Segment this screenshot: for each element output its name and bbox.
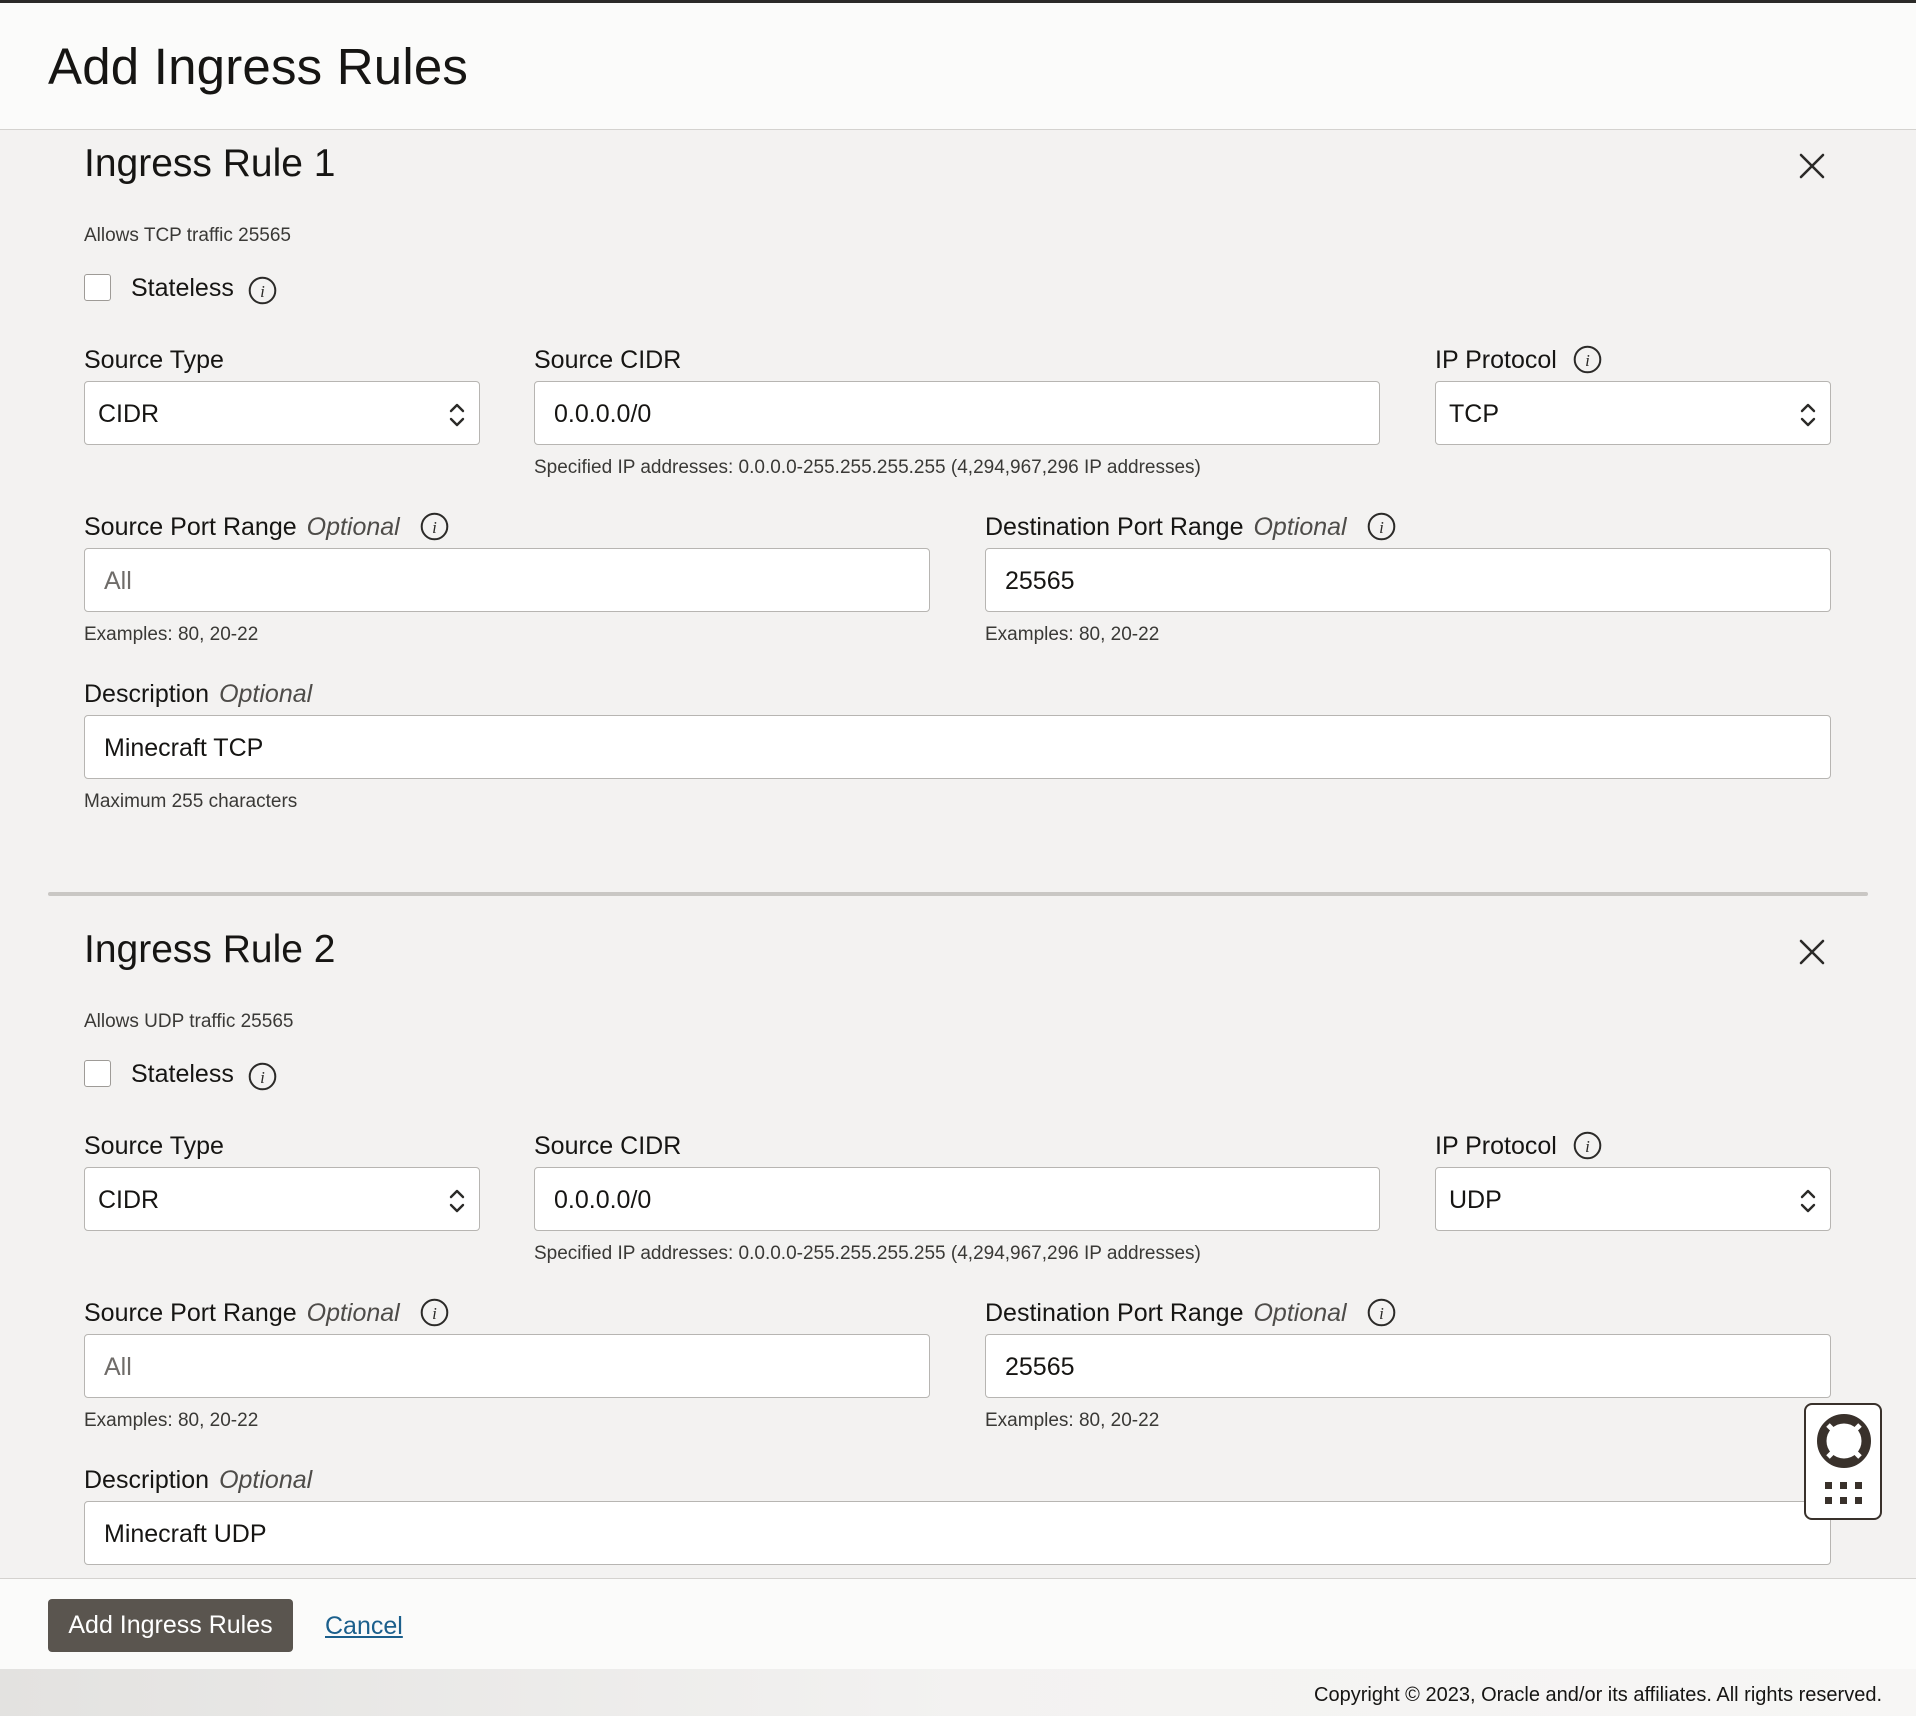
dest-port-help: Examples: 80, 20-22 (985, 624, 1160, 645)
source-port-placeholder: All (104, 1353, 132, 1381)
source-type-label: Source Type (84, 346, 224, 374)
rule-summary: Allows UDP traffic 25565 (84, 1011, 294, 1032)
dest-port-label: Destination Port Range Optional (985, 1299, 1347, 1327)
copyright-bar: Copyright © 2023, Oracle and/or its affi… (0, 1669, 1916, 1716)
source-cidr-input[interactable]: 0.0.0.0/0 (534, 381, 1380, 445)
info-icon[interactable]: i (420, 1298, 449, 1327)
info-icon[interactable]: i (1573, 345, 1602, 374)
info-icon[interactable]: i (1573, 1131, 1602, 1160)
chevron-up-down-icon (449, 403, 465, 427)
source-port-input[interactable]: All (84, 1334, 930, 1398)
rule-title: Ingress Rule 2 (84, 928, 336, 971)
optional-label: Optional (306, 1299, 400, 1327)
source-port-placeholder: All (104, 567, 132, 595)
source-cidr-value: 0.0.0.0/0 (554, 400, 652, 428)
ip-protocol-select[interactable]: UDP (1435, 1167, 1831, 1231)
source-type-select[interactable]: CIDR (84, 381, 480, 445)
description-input[interactable]: Minecraft TCP (84, 715, 1831, 779)
svg-text:i: i (1379, 1304, 1384, 1323)
optional-label: Optional (306, 513, 400, 541)
dest-port-label: Destination Port Range Optional (985, 513, 1347, 541)
source-type-value: CIDR (98, 400, 160, 428)
rule-divider (48, 892, 1868, 896)
lifebuoy-icon (1817, 1414, 1871, 1468)
stateless-checkbox[interactable] (84, 1060, 111, 1087)
cancel-link[interactable]: Cancel (325, 1612, 403, 1641)
info-icon[interactable]: i (1367, 1298, 1396, 1327)
ingress-rule-2: Ingress Rule 2 Allows UDP traffic 25565 … (0, 916, 1916, 1578)
ip-protocol-label: IP Protocol (1435, 1132, 1557, 1160)
rule-title: Ingress Rule 1 (84, 142, 336, 185)
svg-text:i: i (432, 1304, 437, 1323)
source-cidr-label: Source CIDR (534, 346, 682, 374)
copyright-text: Copyright © 2023, Oracle and/or its affi… (1314, 1684, 1882, 1706)
source-cidr-input[interactable]: 0.0.0.0/0 (534, 1167, 1380, 1231)
ip-protocol-value: UDP (1449, 1186, 1502, 1214)
ip-protocol-select[interactable]: TCP (1435, 381, 1831, 445)
optional-label: Optional (219, 680, 313, 708)
dest-port-value: 25565 (1005, 567, 1075, 595)
svg-text:i: i (1379, 518, 1384, 537)
stateless-label: Stateless (131, 274, 234, 302)
chevron-up-down-icon (1800, 1189, 1816, 1213)
dest-port-help: Examples: 80, 20-22 (985, 1410, 1160, 1431)
info-icon[interactable]: i (248, 276, 277, 305)
panel-footer: Add Ingress Rules Cancel (0, 1578, 1916, 1669)
panel-header: Add Ingress Rules (0, 3, 1916, 130)
svg-text:i: i (1585, 1137, 1590, 1156)
info-icon[interactable]: i (420, 512, 449, 541)
source-type-select[interactable]: CIDR (84, 1167, 480, 1231)
source-cidr-value: 0.0.0.0/0 (554, 1186, 652, 1214)
optional-label: Optional (1253, 1299, 1347, 1327)
rules-scroll-area[interactable]: Ingress Rule 1 Allows TCP traffic 25565 … (0, 130, 1916, 1578)
rule-summary: Allows TCP traffic 25565 (84, 225, 291, 246)
grid-dots-icon (1825, 1482, 1862, 1504)
optional-label: Optional (219, 1466, 313, 1494)
svg-text:i: i (260, 282, 265, 301)
ip-protocol-value: TCP (1449, 400, 1499, 428)
description-input[interactable]: Minecraft UDP (84, 1501, 1831, 1565)
description-help: Maximum 255 characters (84, 791, 298, 812)
description-value: Minecraft UDP (104, 1520, 267, 1548)
svg-text:i: i (1585, 351, 1590, 370)
description-value: Minecraft TCP (104, 734, 264, 762)
info-icon[interactable]: i (1367, 512, 1396, 541)
description-label: Description Optional (84, 680, 313, 708)
info-icon[interactable]: i (248, 1062, 277, 1091)
add-ingress-rules-button[interactable]: Add Ingress Rules (48, 1599, 293, 1652)
source-cidr-label: Source CIDR (534, 1132, 682, 1160)
dest-port-value: 25565 (1005, 1353, 1075, 1381)
description-label: Description Optional (84, 1466, 313, 1494)
source-cidr-help: Specified IP addresses: 0.0.0.0-255.255.… (534, 457, 1201, 478)
chevron-up-down-icon (1800, 403, 1816, 427)
chevron-up-down-icon (449, 1189, 465, 1213)
close-icon[interactable] (1796, 150, 1828, 182)
source-cidr-help: Specified IP addresses: 0.0.0.0-255.255.… (534, 1243, 1201, 1264)
source-port-label: Source Port Range Optional (84, 513, 400, 541)
help-widget[interactable] (1804, 1403, 1882, 1520)
source-port-input[interactable]: All (84, 548, 930, 612)
source-port-help: Examples: 80, 20-22 (84, 1410, 259, 1431)
source-port-help: Examples: 80, 20-22 (84, 624, 259, 645)
close-icon[interactable] (1796, 936, 1828, 968)
source-type-value: CIDR (98, 1186, 160, 1214)
optional-label: Optional (1253, 513, 1347, 541)
dest-port-input[interactable]: 25565 (985, 1334, 1831, 1398)
source-port-label: Source Port Range Optional (84, 1299, 400, 1327)
stateless-checkbox[interactable] (84, 274, 111, 301)
ingress-rule-1: Ingress Rule 1 Allows TCP traffic 25565 … (0, 130, 1916, 910)
dest-port-input[interactable]: 25565 (985, 548, 1831, 612)
source-type-label: Source Type (84, 1132, 224, 1160)
stateless-label: Stateless (131, 1060, 234, 1088)
ip-protocol-label: IP Protocol (1435, 346, 1557, 374)
svg-text:i: i (260, 1068, 265, 1087)
svg-text:i: i (432, 518, 437, 537)
page-title: Add Ingress Rules (48, 38, 469, 95)
